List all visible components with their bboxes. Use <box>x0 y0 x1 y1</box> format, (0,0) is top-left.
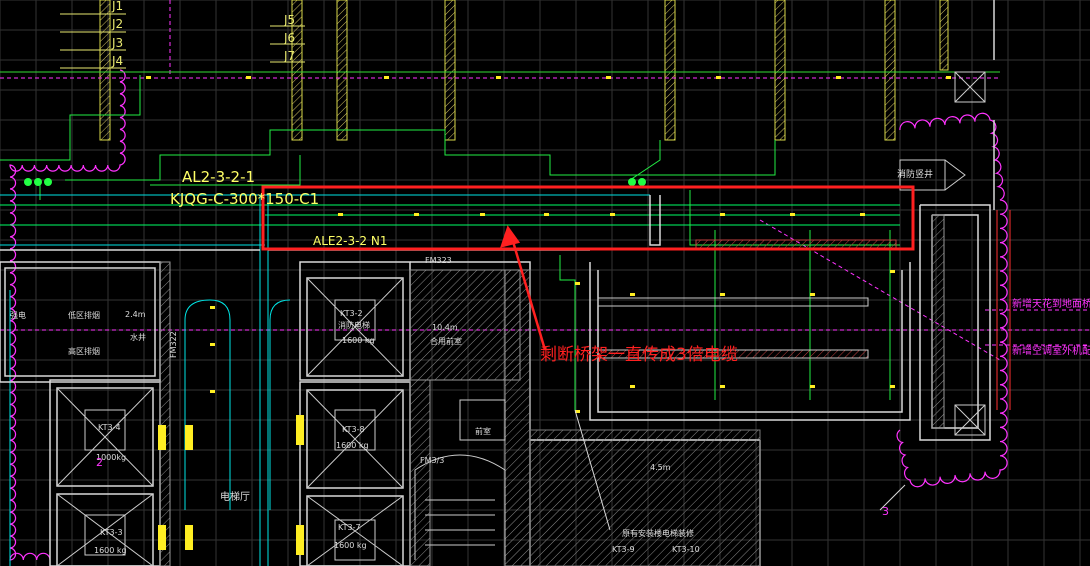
label-circuit-box: ALE2-3-2 N1 <box>313 234 387 248</box>
device-mark <box>630 385 635 388</box>
device-mark <box>810 385 815 388</box>
device-mark <box>575 282 580 285</box>
label-fm-door-1: FM323 <box>425 256 452 265</box>
device-mark <box>210 306 215 309</box>
device-mark <box>790 213 795 216</box>
label-stair: 前室 <box>475 426 491 436</box>
device-mark <box>210 343 215 346</box>
label-room-left-4: 水井 <box>130 332 146 342</box>
label-kt8-load: 1600 kg <box>336 441 369 450</box>
device-mark <box>414 213 419 216</box>
device-mark <box>496 76 501 79</box>
label-fire-riser: 消防竖井 <box>897 168 933 180</box>
device-mark <box>480 213 485 216</box>
green-devices <box>24 178 646 186</box>
label-kt4: KT3-4 <box>98 423 121 432</box>
device-mark <box>630 293 635 296</box>
device-mark <box>720 293 725 296</box>
label-circuit-top: AL2-3-2-1 <box>182 168 255 186</box>
label-j1: J1 <box>111 0 123 13</box>
label-axis-2: 2 <box>96 456 103 469</box>
annotation-text: 剩断桥架一直传成3倍电缆 <box>540 345 738 365</box>
label-axis-3: 3 <box>882 505 889 518</box>
label-tray-spec: KJQG-C-300*150-C1 <box>170 190 319 208</box>
label-kt3-load: 1600 kg <box>94 546 127 555</box>
device-mark <box>946 76 951 79</box>
label-area-mid: 10.4m <box>432 323 458 332</box>
label-area-mid-sub: 合用前室 <box>430 336 462 346</box>
label-kt2: KT3-2 <box>340 309 363 318</box>
device-mark <box>860 213 865 216</box>
device-mark <box>890 385 895 388</box>
label-room-left-3: 高区排烟 <box>68 346 100 356</box>
device-mark <box>384 76 389 79</box>
device-mark <box>210 390 215 393</box>
label-j6: J6 <box>283 31 295 45</box>
label-room-left-1: 强电 <box>10 310 26 320</box>
label-new-ac: 新增空调室外机配 <box>1012 344 1090 357</box>
device-mark <box>610 213 615 216</box>
device-mark <box>544 213 549 216</box>
label-kt10: KT3-10 <box>672 545 700 554</box>
device-mark <box>810 293 815 296</box>
label-lift-hall: 电梯厅 <box>220 490 250 503</box>
device-mark <box>146 76 151 79</box>
device-mark <box>720 213 725 216</box>
device-mark <box>836 76 841 79</box>
label-kt9: KT3-9 <box>612 545 635 554</box>
label-kt2-load: 1600 kg <box>342 336 375 345</box>
label-j7: J7 <box>283 49 295 63</box>
label-j3: J3 <box>111 36 123 50</box>
label-kt7: KT3-7 <box>338 523 361 532</box>
device-mark <box>246 76 251 79</box>
label-new-roof: 新增天花到地面桥 <box>1012 297 1090 310</box>
top-columns <box>99 0 949 141</box>
label-area-left: 2.4m <box>125 310 146 319</box>
device-mark <box>338 213 343 216</box>
label-j5: J5 <box>283 13 295 27</box>
label-kt8: KT3-8 <box>342 425 365 434</box>
label-fm-left: FM322 <box>169 331 178 358</box>
label-fm-door-bottom: FM3/3 <box>420 456 444 465</box>
device-mark <box>720 385 725 388</box>
device-mark <box>606 76 611 79</box>
label-kt7-load: 1600 kg <box>334 541 367 550</box>
label-room-left-2: 低区排烟 <box>68 310 100 320</box>
cad-drawing-canvas[interactable]: J1 J2 J3 J4 J5 J6 J7 AL2-3-2-1 KJQG-C-30… <box>0 0 1090 566</box>
label-area-right: 4.5m <box>650 463 671 472</box>
label-kt3: KT3-3 <box>100 528 123 537</box>
label-bottom-note: 原有安装楼电梯装修 <box>622 528 694 538</box>
device-mark <box>716 76 721 79</box>
device-mark <box>890 270 895 273</box>
label-j2: J2 <box>111 17 123 31</box>
label-j4: J4 <box>111 54 123 68</box>
label-kt2-sub: 消防电梯 <box>338 320 370 330</box>
